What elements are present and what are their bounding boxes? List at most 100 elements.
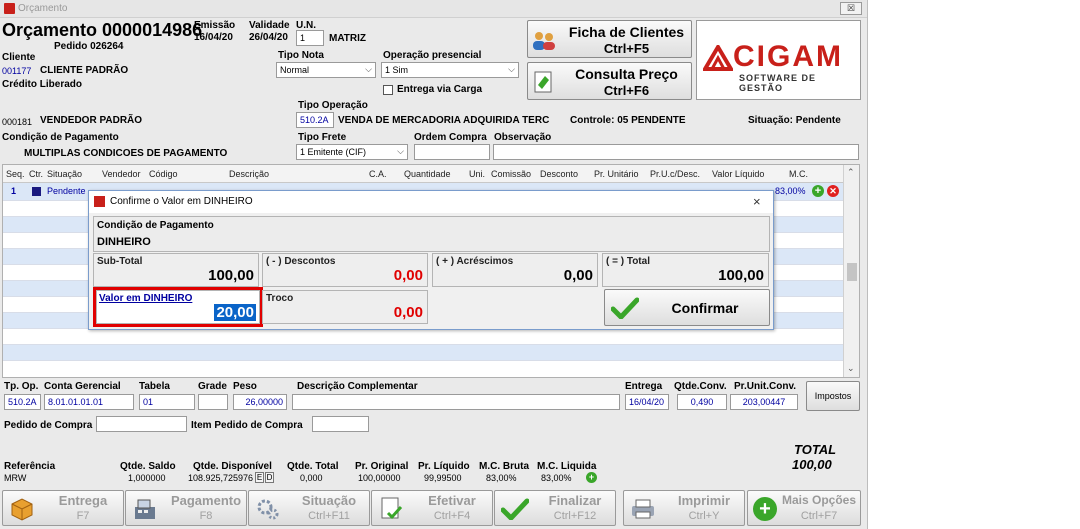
tipo-frete-value: 1 Emitente (CIF) <box>300 147 367 157</box>
desc-comp-input[interactable] <box>292 394 620 410</box>
cash-register-icon <box>132 497 158 521</box>
qtde-conv-label: Qtde.Conv. <box>674 381 727 392</box>
col-desconto[interactable]: Desconto <box>540 169 578 179</box>
entrega-button[interactable]: Entrega F7 <box>2 490 124 526</box>
col-pr-uc-desc[interactable]: Pr.U.c/Desc. <box>650 169 700 179</box>
grade-input[interactable] <box>198 394 228 410</box>
col-valor-liquido[interactable]: Valor Líquido <box>712 169 764 179</box>
scroll-up-icon[interactable]: ⌃ <box>847 167 855 178</box>
tipo-operacao-code[interactable]: 510.2A <box>296 112 334 128</box>
situacao-button[interactable]: Situação Ctrl+F11 <box>248 490 370 526</box>
ordem-compra-input[interactable] <box>414 144 490 160</box>
row-situacao: Pendente <box>47 186 86 196</box>
vendedor-code[interactable]: 000181 <box>2 117 32 127</box>
pr-unit-conv-input[interactable]: 203,00447 <box>730 394 798 410</box>
consulta-preco-button[interactable]: Consulta Preço Ctrl+F6 <box>527 62 692 100</box>
valor-dinheiro-input[interactable]: 20,00 <box>214 304 256 321</box>
conta-gerencial-input[interactable]: 8.01.01.01.01 <box>44 394 134 410</box>
mais-opcoes-button[interactable]: + Mais Opções Ctrl+F7 <box>747 490 861 526</box>
ficha-clientes-button[interactable]: Ficha de Clientes Ctrl+F5 <box>527 20 692 58</box>
add-item-icon[interactable]: + <box>812 185 824 197</box>
referencia-label: Referência <box>4 461 56 472</box>
tabela-input[interactable]: 01 <box>139 394 195 410</box>
imprimir-button-label: Imprimir <box>677 493 730 508</box>
descontos-label: ( - ) Descontos <box>266 256 336 267</box>
col-uni[interactable]: Uni. <box>469 169 485 179</box>
plus-icon: + <box>753 497 777 521</box>
qtde-conv-input[interactable]: 0,490 <box>677 394 727 410</box>
qtde-saldo-label: Qtde. Saldo <box>120 461 176 472</box>
qtde-disp-label: Qtde. Disponível <box>193 461 272 472</box>
remove-item-icon[interactable]: ✕ <box>827 185 839 197</box>
pr-liquido-value: 99,99500 <box>424 473 462 483</box>
checkmark-icon <box>500 498 530 521</box>
op-presencial-select[interactable]: 1 Sim ⌵ <box>381 62 519 78</box>
validade-label: Validade <box>249 20 290 31</box>
cliente-code[interactable]: 001177 <box>2 66 31 76</box>
entrega-input[interactable]: 16/04/20 <box>625 394 669 410</box>
un-input[interactable]: 1 <box>296 30 324 46</box>
cond-pag-value: MULTIPLAS CONDICOES DE PAGAMENTO <box>24 148 228 159</box>
qtde-disp-e-button[interactable]: E <box>255 472 264 483</box>
col-ca[interactable]: C.A. <box>369 169 387 179</box>
entrega-via-carga-checkbox[interactable] <box>383 85 393 95</box>
confirmar-button[interactable]: Confirmar <box>604 289 770 326</box>
tp-op-label: Tp. Op. <box>4 381 39 392</box>
consulta-preco-label: Consulta Preço <box>575 66 678 82</box>
col-pr-unitario[interactable]: Pr. Unitário <box>594 169 639 179</box>
row-ctr-marker <box>32 187 41 196</box>
col-comissao[interactable]: Comissão <box>491 169 531 179</box>
table-row[interactable] <box>3 345 843 361</box>
window-close-button[interactable]: ☒ <box>840 2 862 15</box>
referencia-value: MRW <box>4 473 27 483</box>
entrega-button-label: Entrega <box>58 493 108 508</box>
situacao-button-label: Situação <box>301 493 357 508</box>
finalizar-button[interactable]: Finalizar Ctrl+F12 <box>494 490 616 526</box>
cigam-logo-box: CIGAM SOFTWARE DE GESTÃO <box>696 20 861 100</box>
pr-unit-conv-label: Pr.Unit.Conv. <box>734 381 797 392</box>
tipo-nota-select[interactable]: Normal ⌵ <box>276 62 376 78</box>
mais-opcoes-button-shortcut: Ctrl+F7 <box>800 510 838 522</box>
chevron-down-icon: ⌵ <box>365 64 372 74</box>
qtde-saldo-value: 1,000000 <box>128 473 166 483</box>
pr-original-label: Pr. Original <box>355 461 409 472</box>
impostos-button[interactable]: Impostos <box>806 381 860 411</box>
dialog-title: Confirme o Valor em DINHEIRO <box>110 196 253 207</box>
grid-scrollbar[interactable]: ⌃ ⌄ <box>843 165 859 377</box>
confirmar-label: Confirmar <box>671 300 739 316</box>
document-check-icon <box>378 496 404 522</box>
col-quantidade[interactable]: Quantidade <box>404 169 451 179</box>
col-ctr[interactable]: Ctr. <box>29 169 43 179</box>
tipo-frete-select[interactable]: 1 Emitente (CIF) ⌵ <box>296 144 408 160</box>
pedido-compra-input[interactable] <box>96 416 187 432</box>
efetivar-button[interactable]: Efetivar Ctrl+F4 <box>371 490 493 526</box>
peso-input[interactable]: 26,00000 <box>233 394 287 410</box>
controle-status: Controle: 05 PENDENTE <box>570 115 686 126</box>
table-row[interactable] <box>3 329 843 345</box>
item-pedido-input[interactable] <box>312 416 369 432</box>
tipo-operacao-label: Tipo Operação <box>298 100 368 111</box>
col-vendedor[interactable]: Vendedor <box>102 169 141 179</box>
cond-pag-label: Condição de Pagamento <box>2 132 119 143</box>
col-situacao[interactable]: Situação <box>47 169 82 179</box>
imprimir-button[interactable]: Imprimir Ctrl+Y <box>623 490 745 526</box>
ficha-clientes-shortcut: Ctrl+F5 <box>603 41 650 56</box>
mc-liquida-value: 83,00% <box>541 473 572 483</box>
col-mc[interactable]: M.C. <box>789 169 808 179</box>
desc-comp-label: Descrição Complementar <box>297 381 418 392</box>
chevron-down-icon: ⌵ <box>397 146 404 156</box>
col-seq[interactable]: Seq. <box>6 169 25 179</box>
entrega-button-shortcut: F7 <box>76 510 90 522</box>
observacao-input[interactable] <box>493 144 859 160</box>
qtde-disp-d-button[interactable]: D <box>265 472 274 483</box>
pagamento-button[interactable]: Pagamento F8 <box>125 490 247 526</box>
scroll-down-icon[interactable]: ⌄ <box>847 363 855 374</box>
emissao-label: Emissão <box>194 20 236 31</box>
total-value: 100,00 <box>718 267 764 284</box>
scroll-thumb[interactable] <box>847 263 857 281</box>
col-codigo[interactable]: Código <box>149 169 178 179</box>
col-descricao[interactable]: Descrição <box>229 169 269 179</box>
cliente-name: CLIENTE PADRÃO <box>40 65 129 76</box>
tp-op-input[interactable]: 510.2A <box>4 394 41 410</box>
dialog-close-icon[interactable]: × <box>753 194 761 209</box>
